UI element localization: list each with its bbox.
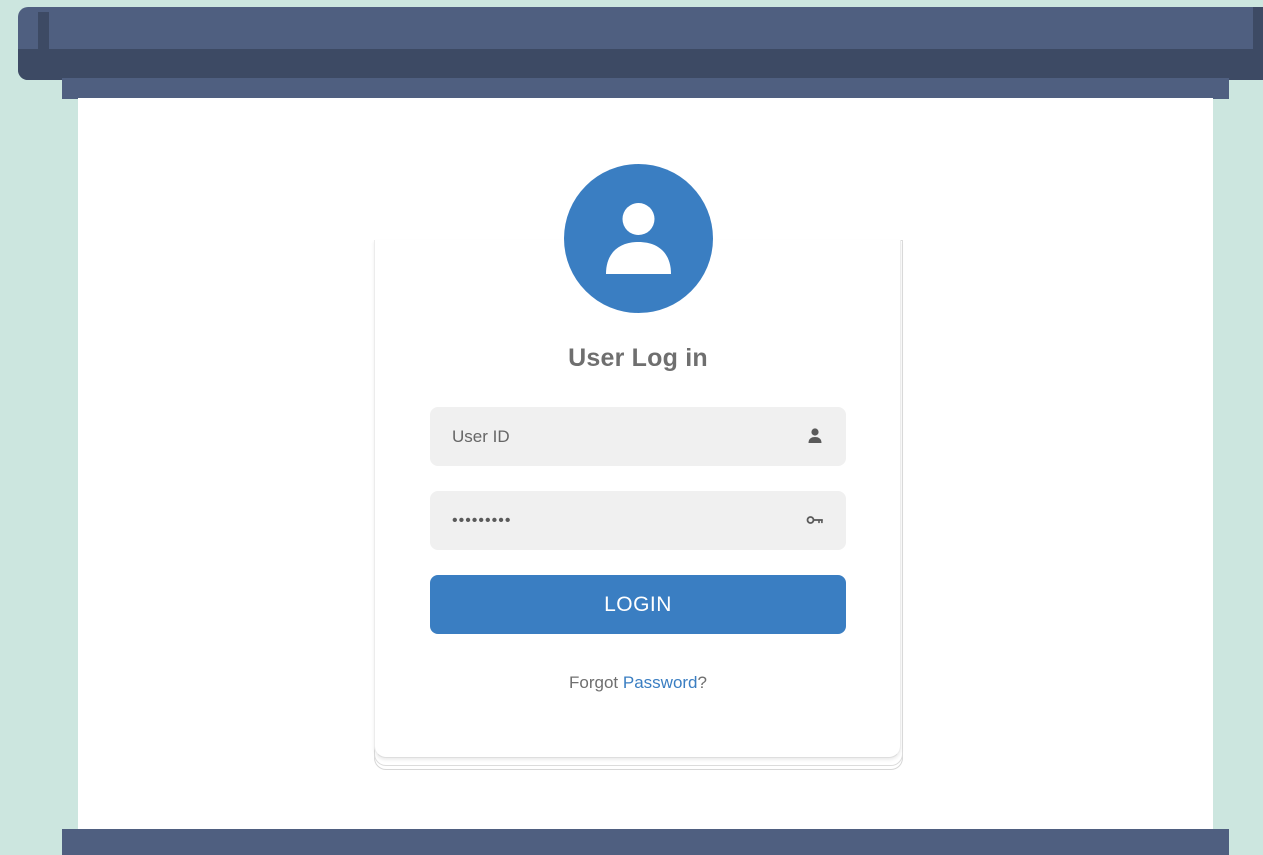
user-icon [806, 427, 824, 445]
screen-roller-cap-left [38, 12, 49, 49]
screen-bottom-band [62, 829, 1229, 855]
login-button[interactable]: LOGIN [430, 575, 846, 634]
user-avatar-icon [564, 164, 713, 313]
user-id-field[interactable] [430, 407, 846, 466]
screen-top-band [62, 78, 1229, 99]
password-field[interactable] [430, 491, 846, 550]
forgot-password-link[interactable]: Password [623, 673, 698, 692]
forgot-password-text: Forgot Password? [430, 673, 846, 693]
login-title: User Log in [568, 344, 708, 372]
forgot-suffix: ? [697, 673, 707, 692]
key-icon [806, 511, 824, 529]
screen-roller [18, 7, 1263, 80]
screen-roller-shadow [18, 49, 1263, 80]
screen-roller-cap-right [1253, 7, 1263, 80]
avatar-silhouette [606, 203, 671, 274]
forgot-prefix: Forgot [569, 673, 623, 692]
user-id-input[interactable] [452, 407, 792, 466]
password-input[interactable] [452, 491, 792, 550]
